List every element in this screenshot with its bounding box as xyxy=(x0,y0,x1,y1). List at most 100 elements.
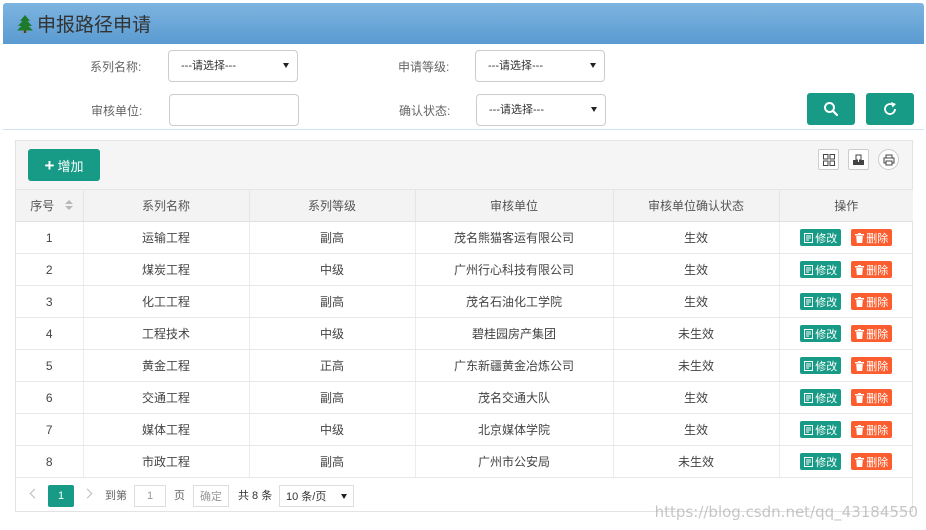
edit-icon xyxy=(804,264,814,275)
row-series-name: 化工工程 xyxy=(83,285,250,318)
apply-level-value: ---请选择--- xyxy=(488,60,543,72)
add-button[interactable]: + 增加 xyxy=(28,149,100,181)
trash-icon xyxy=(855,360,865,371)
chevron-down-icon xyxy=(283,63,289,68)
table-row: 2 煤炭工程 中级 广州行心科技有限公司 生效 修改 删除 xyxy=(16,253,913,286)
edit-icon xyxy=(804,424,814,435)
edit-button[interactable]: 修改 xyxy=(800,421,842,438)
row-confirm-status: 生效 xyxy=(613,381,780,414)
search-button[interactable] xyxy=(807,93,855,125)
delete-button-label: 删除 xyxy=(866,232,889,245)
apply-level-select[interactable]: ---请选择--- xyxy=(475,50,605,82)
row-number: 6 xyxy=(16,381,84,414)
row-series-level: 正高 xyxy=(249,349,416,382)
edit-icon xyxy=(804,296,814,307)
table-panel: + 增加 序号 系列名称 系列等级 审核单位 审核单位确认状态 操作 1 运输工… xyxy=(15,140,913,512)
edit-button[interactable]: 修改 xyxy=(800,229,842,246)
confirm-status-select[interactable]: ---请选择--- xyxy=(476,94,606,126)
apply-level-label: 申请等级: xyxy=(398,60,450,74)
refresh-icon xyxy=(884,102,896,115)
edit-icon xyxy=(804,232,814,243)
table-row: 4 工程技术 中级 碧桂园房产集团 未生效 修改 删除 xyxy=(16,317,913,350)
export-icon xyxy=(853,154,864,165)
delete-button[interactable]: 删除 xyxy=(851,453,893,470)
goto-confirm-button[interactable]: 确定 xyxy=(193,485,229,507)
series-name-select[interactable]: ---请选择--- xyxy=(168,50,298,82)
table-toolbar: + 增加 xyxy=(16,141,912,189)
next-page-icon[interactable] xyxy=(82,488,93,499)
row-series-name: 煤炭工程 xyxy=(83,253,250,286)
row-confirm-status: 生效 xyxy=(613,253,780,286)
delete-button[interactable]: 删除 xyxy=(851,261,893,278)
page-size-select[interactable]: 10 条/页 xyxy=(279,485,354,507)
row-series-name: 黄金工程 xyxy=(83,349,250,382)
edit-button[interactable]: 修改 xyxy=(800,325,842,342)
row-confirm-status: 未生效 xyxy=(613,445,780,478)
edit-button[interactable]: 修改 xyxy=(800,261,842,278)
row-series-level: 中级 xyxy=(249,317,416,350)
review-unit-input[interactable] xyxy=(169,94,299,126)
delete-button-label: 删除 xyxy=(866,264,889,277)
row-review-unit: 广东新疆黄金冶炼公司 xyxy=(415,349,614,382)
delete-button[interactable]: 删除 xyxy=(851,229,893,246)
row-review-unit: 碧桂园房产集团 xyxy=(415,317,614,350)
row-series-name: 运输工程 xyxy=(83,221,250,254)
row-actions: 修改 删除 xyxy=(779,445,913,478)
edit-icon xyxy=(804,392,814,403)
print-button[interactable] xyxy=(878,149,899,170)
columns-toggle-button[interactable] xyxy=(818,149,839,170)
delete-button-label: 删除 xyxy=(866,360,889,373)
edit-button[interactable]: 修改 xyxy=(800,293,842,310)
column-header-review-unit: 审核单位 xyxy=(415,189,614,222)
edit-button[interactable]: 修改 xyxy=(800,389,842,406)
table-row: 6 交通工程 副高 茂名交通大队 生效 修改 删除 xyxy=(16,381,913,414)
refresh-button[interactable] xyxy=(866,93,914,125)
delete-button[interactable]: 删除 xyxy=(851,389,893,406)
edit-button-label: 修改 xyxy=(815,424,838,437)
column-header-confirm-status: 审核单位确认状态 xyxy=(613,189,780,222)
delete-button[interactable]: 删除 xyxy=(851,357,893,374)
goto-page-input[interactable]: 1 xyxy=(134,485,166,507)
export-button[interactable] xyxy=(848,149,869,170)
column-header-no[interactable]: 序号 xyxy=(16,189,84,222)
delete-button[interactable]: 删除 xyxy=(851,325,893,342)
prev-page-icon[interactable] xyxy=(29,488,40,499)
row-review-unit: 茂名石油化工学院 xyxy=(415,285,614,318)
table-header-row: 序号 系列名称 系列等级 审核单位 审核单位确认状态 操作 xyxy=(16,189,913,222)
delete-button[interactable]: 删除 xyxy=(851,421,893,438)
row-actions: 修改 删除 xyxy=(779,413,913,446)
trash-icon xyxy=(855,296,865,307)
sort-icon[interactable] xyxy=(64,200,73,212)
page-number-current[interactable]: 1 xyxy=(48,485,74,507)
row-actions: 修改 删除 xyxy=(779,317,913,350)
edit-button-label: 修改 xyxy=(815,456,838,469)
page-size-value: 10 条/页 xyxy=(286,491,327,503)
row-series-name: 市政工程 xyxy=(83,445,250,478)
series-name-value: ---请选择--- xyxy=(181,60,236,72)
row-actions: 修改 删除 xyxy=(779,285,913,318)
search-icon xyxy=(824,102,839,117)
row-number: 4 xyxy=(16,317,84,350)
page-title: 申报路径申请 xyxy=(37,14,152,36)
trash-icon xyxy=(855,456,865,467)
series-name-label: 系列名称: xyxy=(90,60,142,74)
delete-button-label: 删除 xyxy=(866,424,889,437)
edit-icon xyxy=(804,456,814,467)
edit-button-label: 修改 xyxy=(815,264,838,277)
table-row: 5 黄金工程 正高 广东新疆黄金冶炼公司 未生效 修改 删除 xyxy=(16,349,913,382)
row-series-name: 工程技术 xyxy=(83,317,250,350)
column-header-actions: 操作 xyxy=(779,189,913,222)
edit-button[interactable]: 修改 xyxy=(800,357,842,374)
delete-button[interactable]: 删除 xyxy=(851,293,893,310)
row-actions: 修改 删除 xyxy=(779,381,913,414)
column-header-series-level: 系列等级 xyxy=(249,189,416,222)
goto-label: 到第 xyxy=(105,490,127,502)
row-review-unit: 广州行心科技有限公司 xyxy=(415,253,614,286)
edit-button-label: 修改 xyxy=(815,328,838,341)
review-unit-label: 审核单位: xyxy=(91,104,143,118)
data-table: 序号 系列名称 系列等级 审核单位 审核单位确认状态 操作 1 运输工程 副高 茂名熊… xyxy=(16,189,913,478)
row-series-level: 副高 xyxy=(249,221,416,254)
delete-button-label: 删除 xyxy=(866,392,889,405)
edit-button[interactable]: 修改 xyxy=(800,453,842,470)
chevron-down-icon xyxy=(590,63,596,68)
